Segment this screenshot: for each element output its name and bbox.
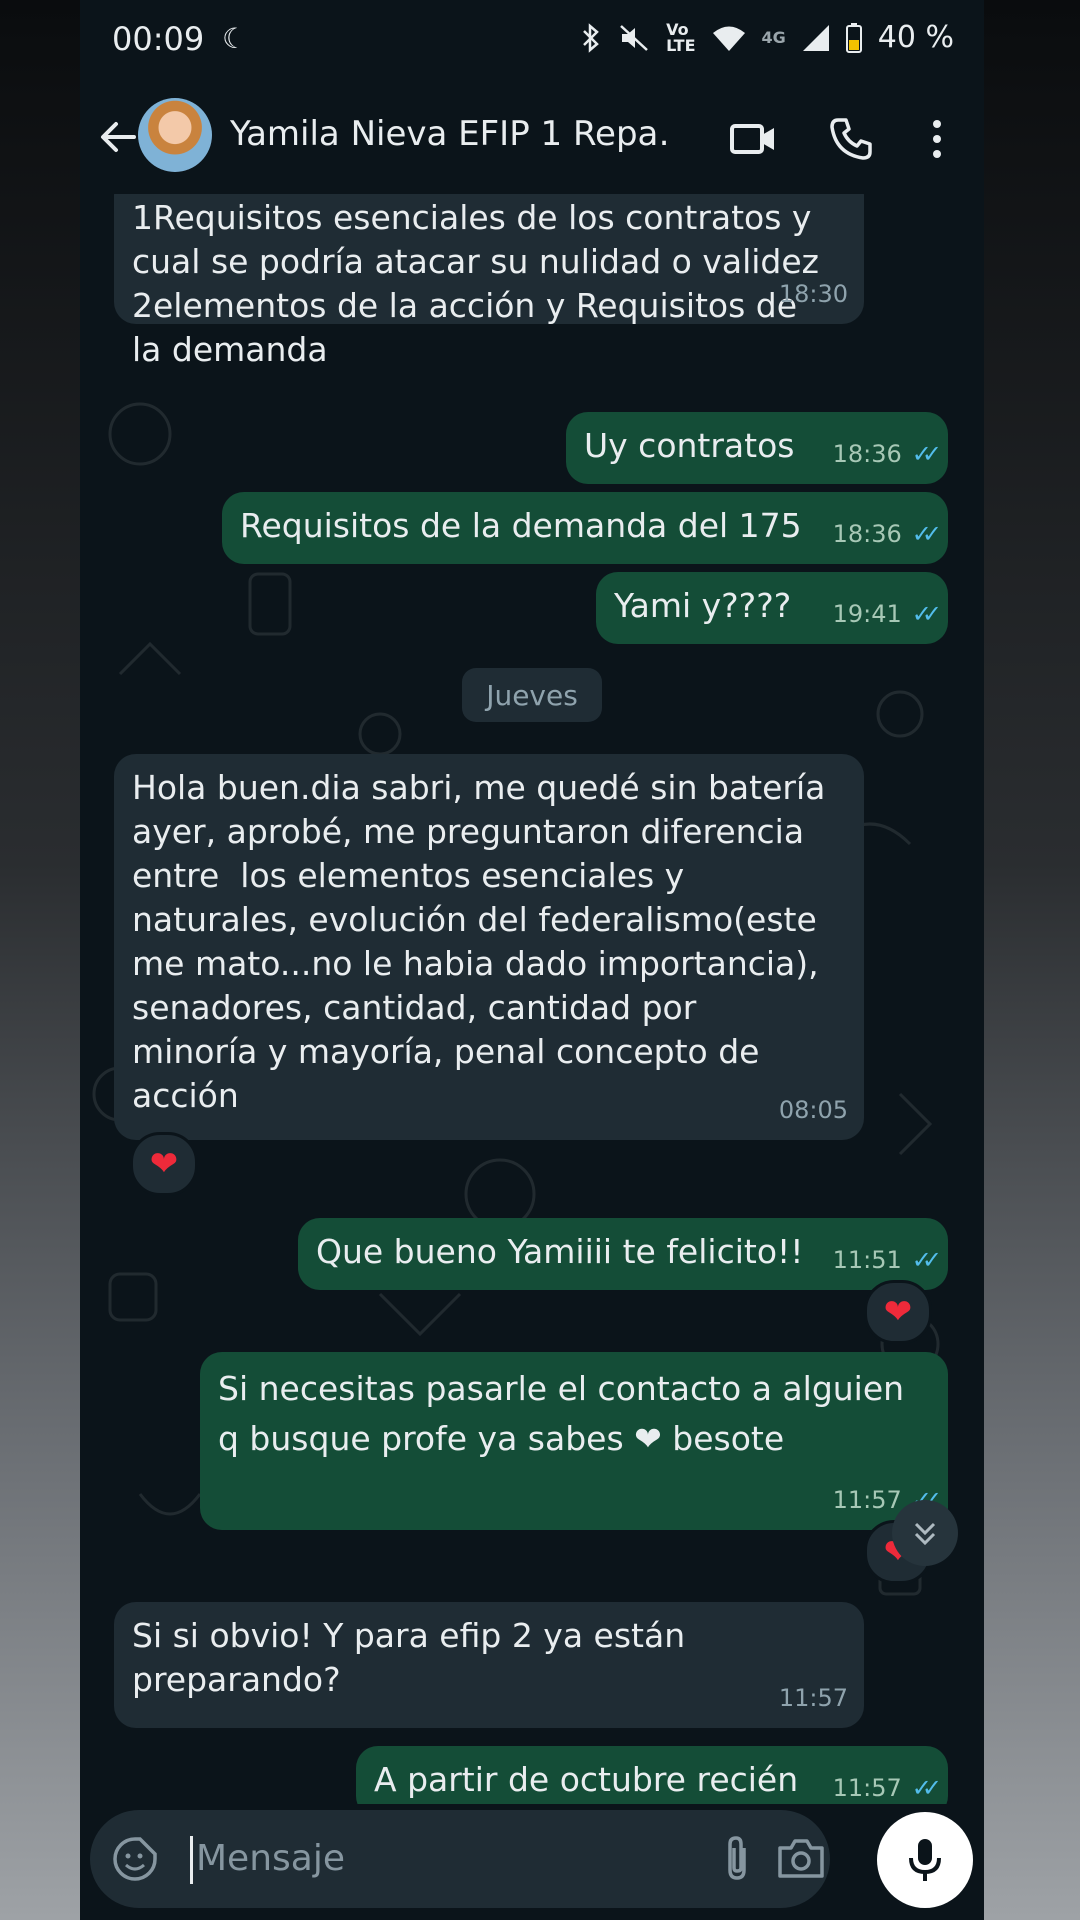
read-ticks-icon: ✓✓ xyxy=(911,600,942,628)
message-bubble-outgoing[interactable]: Si necesitas pasarle el contacto a algui… xyxy=(200,1352,948,1530)
phone-screen: 00:09 ☾ Vo LTE 4G 40 % Yamila Nieva EFIP… xyxy=(80,0,984,1920)
read-ticks-icon: ✓✓ xyxy=(911,520,942,548)
mic-button[interactable] xyxy=(877,1812,973,1908)
message-bubble-outgoing[interactable]: Requisitos de la demanda del 175 18:36 ✓✓ xyxy=(222,492,948,564)
message-time: 18:30 xyxy=(778,280,848,308)
network-label: 4G xyxy=(761,27,786,47)
attach-icon[interactable] xyxy=(718,1834,758,1884)
bluetooth-icon xyxy=(583,22,599,53)
battery-percent: 40 % xyxy=(877,20,954,55)
message-text: Si si obvio! Y para efip 2 ya están prep… xyxy=(132,1616,686,1699)
back-arrow-icon[interactable] xyxy=(94,112,144,162)
read-ticks-icon: ✓✓ xyxy=(911,1246,942,1274)
message-text: Si necesitas pasarle el contacto a algui… xyxy=(218,1369,905,1458)
contact-name[interactable]: Yamila Nieva EFIP 1 Repa… xyxy=(230,114,670,154)
message-bubble-outgoing[interactable]: Uy contratos 18:36 ✓✓ xyxy=(566,412,948,484)
message-meta: 18:30 xyxy=(779,272,848,316)
message-time: 11:57 xyxy=(832,1774,902,1802)
message-time: 08:05 xyxy=(778,1096,848,1124)
reaction-heart[interactable]: ❤ xyxy=(864,1280,932,1344)
chat-header: Yamila Nieva EFIP 1 Repa… xyxy=(80,84,984,194)
message-placeholder: Mensaje xyxy=(196,1838,345,1879)
status-time: 00:09 xyxy=(112,20,205,58)
day-separator: Jueves xyxy=(462,668,602,722)
signal-icon xyxy=(802,24,829,51)
message-meta: 11:57 ✓✓ xyxy=(832,1766,943,1804)
sticker-emoji-icon[interactable] xyxy=(112,1836,158,1882)
message-bubble-outgoing[interactable]: A partir de octubre recién 11:57 ✓✓ xyxy=(356,1746,948,1804)
message-bubble-outgoing[interactable]: Que bueno Yamiiii te felicito!! 11:51 ✓✓ xyxy=(298,1218,948,1290)
status-icons: Vo LTE 4G 40 % xyxy=(580,20,954,55)
message-time: 11:51 xyxy=(832,1246,902,1274)
message-text: Requisitos de la demanda del 175 xyxy=(240,506,802,545)
message-bubble-incoming[interactable]: Hola buen.dia sabri, me quedé sin baterí… xyxy=(114,754,864,1140)
reaction-heart[interactable]: ❤ xyxy=(130,1132,198,1196)
read-ticks-icon: ✓✓ xyxy=(911,1774,942,1802)
message-time: 18:36 xyxy=(832,440,902,468)
message-text: 1Requisitos esenciales de los contratos … xyxy=(132,198,819,369)
status-bar: 00:09 ☾ Vo LTE 4G 40 % xyxy=(80,0,984,84)
chat-area[interactable]: 1Requisitos esenciales de los contratos … xyxy=(80,194,984,1804)
message-meta: 11:57 xyxy=(779,1676,848,1720)
moon-icon: ☾ xyxy=(222,22,248,55)
message-meta: 19:41 ✓✓ xyxy=(832,592,943,636)
mute-icon xyxy=(620,24,648,51)
message-bubble-outgoing[interactable]: Yami y???? 19:41 ✓✓ xyxy=(596,572,948,644)
message-meta: 18:36 ✓✓ xyxy=(832,432,943,476)
microphone-icon xyxy=(909,1839,941,1881)
message-bubble-incoming[interactable]: 1Requisitos esenciales de los contratos … xyxy=(114,194,864,369)
message-text: Hola buen.dia sabri, me quedé sin baterí… xyxy=(132,768,826,1115)
message-time: 18:36 xyxy=(832,520,902,548)
message-input[interactable]: Mensaje xyxy=(90,1810,830,1908)
more-options-icon[interactable] xyxy=(912,114,962,164)
message-bubble-incoming[interactable]: Si si obvio! Y para efip 2 ya están prep… xyxy=(114,1602,864,1728)
wifi-icon xyxy=(712,26,745,51)
message-meta: 18:36 ✓✓ xyxy=(832,512,943,556)
read-ticks-icon: ✓✓ xyxy=(911,440,942,468)
video-call-icon[interactable] xyxy=(728,114,778,164)
message-time: 11:57 xyxy=(778,1684,848,1712)
avatar[interactable] xyxy=(138,98,212,172)
message-time: 11:57 xyxy=(832,1486,902,1514)
phone-call-icon[interactable] xyxy=(826,114,876,164)
camera-icon[interactable] xyxy=(776,1836,826,1882)
scroll-down-icon[interactable] xyxy=(892,1500,958,1566)
battery-icon xyxy=(845,22,862,53)
message-meta: 08:05 xyxy=(779,1088,848,1132)
volte-label: Vo LTE xyxy=(666,19,696,55)
text-cursor xyxy=(190,1836,193,1884)
message-time: 19:41 xyxy=(832,600,902,628)
composer-bar: Mensaje xyxy=(80,1804,984,1920)
message-meta: 11:51 ✓✓ xyxy=(832,1238,943,1282)
